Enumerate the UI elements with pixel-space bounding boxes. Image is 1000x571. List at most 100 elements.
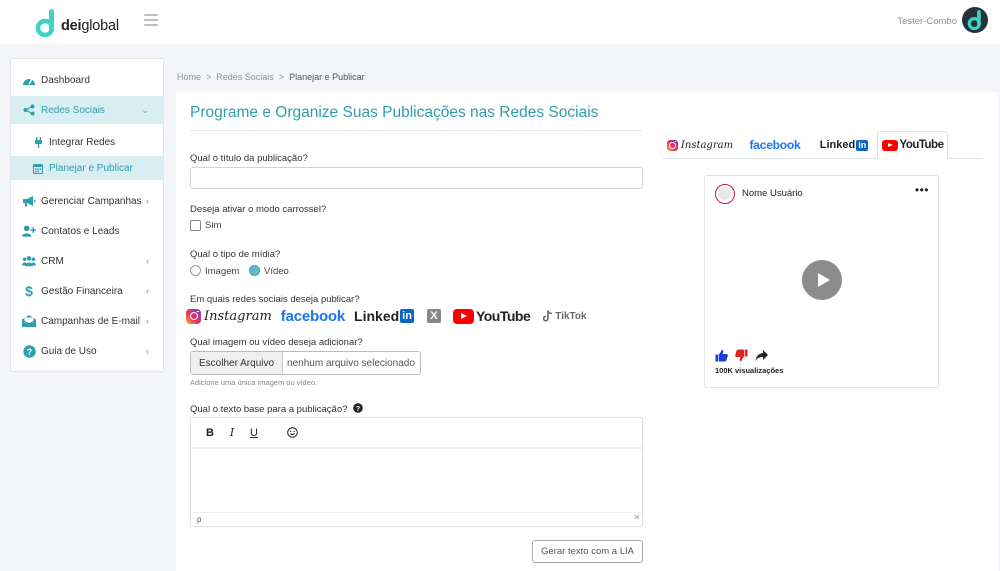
chevron-down-icon: ⌄ [141,105,149,115]
sidebar-item-guia-uso[interactable]: ? Guia de Uso ‹ [11,337,163,365]
network-tiktok[interactable]: TikTok [543,310,587,322]
sidebar-item-label: Gerenciar Campanhas [41,195,142,207]
sidebar-subitem-integrar-redes[interactable]: Integrar Redes [11,130,163,154]
more-options-icon[interactable]: ••• [915,183,929,197]
page-title: Programe e Organize Suas Publicações nas… [190,104,599,121]
sidebar-item-crm[interactable]: CRM ‹ [11,247,163,275]
network-instagram[interactable]: Instagram [186,308,272,324]
network-facebook[interactable]: facebook [281,308,345,325]
youtube-icon [881,139,898,151]
title-divider [190,130,642,131]
sidebar-item-label: Campanhas de E-mail [41,315,140,327]
breadcrumb-home[interactable]: Home [177,72,201,82]
user-plus-icon [22,224,36,238]
linkedin-icon: in [400,309,414,323]
media-radio-video[interactable] [249,265,260,276]
logo-mark-icon [35,9,55,37]
menu-toggle-icon[interactable] [144,14,158,26]
sidebar-item-gerenciar-campanhas[interactable]: Gerenciar Campanhas ‹ [11,187,163,215]
tab-facebook[interactable]: facebook [739,131,811,159]
media-radio-imagem[interactable] [190,265,201,276]
instagram-label: Instagram [204,308,272,324]
avatar-logo-icon [967,10,981,30]
tab-instagram-label: Instagram [680,139,734,151]
sidebar-item-label: Contatos e Leads [41,225,120,237]
sidebar-item-campanhas-email[interactable]: Campanhas de E-mail ‹ [11,307,163,335]
tab-facebook-label: facebook [749,138,801,152]
sidebar-item-label: Planejar e Publicar [49,162,133,174]
media-question-label: Qual o tipo de mídia? [190,249,281,260]
calendar-icon [32,162,44,174]
logo-text: deiglobal [61,18,119,34]
generate-text-lia-button[interactable]: Gerar texto com a LIA [532,540,643,563]
chevron-left-icon: ‹ [146,346,149,356]
carousel-question-label: Deseja ativar o modo carrossel? [190,204,327,215]
tab-linkedin[interactable]: Linked in [812,131,876,159]
post-preview-card: Nome Usuário ••• 100K visualizações [704,175,939,388]
carousel-checkbox[interactable] [190,220,201,231]
preview-views: 100K visualizações [715,366,784,375]
sidebar-item-contatos-leads[interactable]: Contatos e Leads [11,217,163,245]
tab-youtube-label: YouTube [899,139,944,151]
help-icon[interactable]: ? [353,403,363,413]
dashboard-icon [22,73,36,87]
tab-linkedin-label: Linked in [819,139,869,151]
sidebar-item-gestao-financeira[interactable]: $ Gestão Financeira ‹ [11,277,163,305]
users-icon [22,254,36,268]
tab-youtube[interactable]: YouTube [877,131,948,159]
emoji-icon [286,427,298,438]
sidebar-item-label: Redes Sociais [41,104,105,116]
play-button-icon[interactable] [802,260,842,300]
preview-actions [715,349,775,362]
file-status: nenhum arquivo selecionado [287,357,415,369]
sidebar-item-label: CRM [41,255,64,267]
breadcrumb: Home > Redes Sociais > Planejar e Publicar [177,72,365,82]
editor-text-area[interactable] [191,451,642,513]
linkedin-icon: in [856,139,869,151]
carousel-option-label: Sim [205,220,222,231]
youtube-label: YouTube [475,308,531,324]
sidebar-item-label: Guia de Uso [41,345,97,357]
underline-button[interactable]: U [243,422,265,444]
network-linkedin[interactable]: Linked in [354,308,414,324]
question-icon: ? [22,344,36,358]
network-youtube[interactable]: YouTube [452,308,531,324]
tab-instagram[interactable]: Instagram [662,131,738,159]
post-title-input[interactable] [190,167,643,189]
thumbs-down-icon[interactable] [735,349,748,362]
sidebar-subitem-planejar-publicar[interactable]: Planejar e Publicar [11,156,163,180]
editor-path: p [197,515,202,524]
italic-button[interactable]: I [221,422,243,444]
media-option-imagem-label: Imagem [205,266,240,277]
resize-handle-icon[interactable]: ⇲ [633,511,639,524]
file-upload[interactable]: Escolher Arquivo nenhum arquivo selecion… [190,351,421,375]
emoji-button[interactable] [281,422,303,444]
sidebar-item-label: Dashboard [41,74,90,86]
networks-question-label: Em quais redes sociais deseja publicar? [190,294,360,305]
instagram-icon [666,139,678,151]
sidebar: Dashboard Redes Sociais ⌄ Integrar Redes… [10,58,164,372]
mail-icon [22,314,36,328]
user-name[interactable]: Tester-Combo [897,16,957,27]
tiktok-label: TikTok [555,310,587,322]
thumbs-up-icon[interactable] [715,349,728,362]
megaphone-icon [22,194,36,208]
facebook-label: facebook [280,307,346,325]
linkedin-label: Linked in [354,308,414,324]
chevron-left-icon: ‹ [146,256,149,266]
sidebar-item-redes-sociais[interactable]: Redes Sociais ⌄ [11,96,163,124]
sidebar-item-dashboard[interactable]: Dashboard [11,66,163,94]
avatar[interactable] [962,7,988,33]
breadcrumb-section[interactable]: Redes Sociais [216,72,274,82]
rich-text-editor: B I U p ⇲ [190,417,643,527]
youtube-icon [452,308,474,324]
social-network-selector: Instagram facebook Linked in X YouTube Ti… [186,306,596,326]
bold-button[interactable]: B [199,422,221,444]
logo[interactable]: deiglobal [35,9,119,37]
choose-file-button[interactable]: Escolher Arquivo [191,352,284,374]
title-question-label: Qual o título da publicação? [190,153,308,164]
share-arrow-icon[interactable] [755,349,768,362]
network-x[interactable]: X [426,309,441,323]
text-question-label: Qual o texto base para a publicação? ? [190,403,363,415]
dollar-icon: $ [25,283,33,299]
